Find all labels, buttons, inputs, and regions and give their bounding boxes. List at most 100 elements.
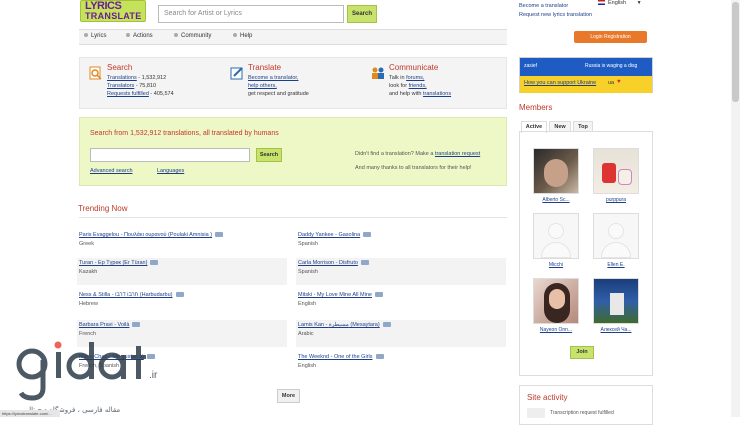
trending-song-link[interactable]: Lamis Kan - مسيطرة (Mesaytara) bbox=[298, 322, 391, 328]
translators-link[interactable]: Translators bbox=[107, 83, 134, 89]
song-title: Ness & Stilla - חרבו דרבו (Harbudarbu) bbox=[79, 292, 173, 298]
video-icon bbox=[150, 260, 159, 266]
member-name[interactable]: Nayeon Onn... bbox=[533, 327, 579, 333]
trending-song-link[interactable]: Paris Evaggelou - Πουλάκι ουρανού (Poula… bbox=[79, 232, 224, 238]
trending-title: Trending Now bbox=[78, 204, 128, 213]
member-card[interactable]: Ellen E. bbox=[593, 213, 639, 268]
promo-heading: Search from 1,532,912 translations, all … bbox=[90, 130, 279, 137]
trending-song-link[interactable]: Daddy Yankee - Gasolina bbox=[298, 232, 372, 238]
trending-song-link[interactable]: Turan - Ер Түрөк (Er Türan) bbox=[79, 260, 159, 266]
video-icon bbox=[360, 260, 369, 266]
look-text: look for bbox=[389, 83, 409, 89]
ua-label: ua bbox=[608, 80, 615, 86]
bullet-icon bbox=[84, 33, 88, 38]
pencil-icon bbox=[230, 67, 243, 80]
trending-language: Greek bbox=[79, 241, 94, 247]
search-button[interactable]: Search bbox=[347, 5, 377, 23]
banner-message: Russia is waging a disg bbox=[585, 63, 638, 69]
member-name[interactable]: Micchi bbox=[533, 262, 579, 268]
trending-song-link[interactable]: Ness & Stilla - חרבו דרבו (Harbudarbu) bbox=[79, 292, 184, 298]
logo-line2: TRANSLATE bbox=[85, 11, 142, 21]
avatar bbox=[533, 148, 579, 194]
promo-search-input[interactable] bbox=[90, 148, 250, 162]
nav-help-label: Help bbox=[240, 33, 253, 39]
search-input[interactable]: Search for Artist or Lyrics bbox=[158, 5, 344, 23]
bullet-icon bbox=[233, 33, 237, 38]
trending-song-link[interactable]: The Weeknd - One of the Girls bbox=[298, 354, 384, 360]
feature-search: Search Translations - 1,532,912 Translat… bbox=[89, 63, 174, 98]
video-icon bbox=[374, 292, 383, 298]
trending-item[interactable]: Daddy Yankee - Gasolina Spanish bbox=[296, 230, 506, 257]
register-button[interactable]: Registration bbox=[604, 34, 631, 40]
language-selector[interactable]: English ▼ bbox=[598, 0, 642, 6]
member-name[interactable]: Ellen E. bbox=[593, 262, 639, 268]
song-title: Paris Evaggelou - Πουλάκι ουρανού (Poula… bbox=[79, 232, 213, 238]
translations-count: - 1,532,912 bbox=[136, 75, 167, 81]
member-card[interactable]: Nayeon Onn... bbox=[533, 278, 579, 333]
respect-text: get respect and gratitude bbox=[248, 91, 309, 97]
ukraine-banner: zasief Russia is waging a disg How you ca… bbox=[519, 57, 653, 93]
song-title: Carla Morrison - Disfruto bbox=[298, 260, 358, 266]
request-prompt: Didn't find a translation? Make a transl… bbox=[355, 151, 480, 157]
avatar-placeholder bbox=[593, 213, 639, 259]
nav-actions[interactable]: Actions bbox=[126, 33, 153, 39]
login-button[interactable]: Login bbox=[590, 34, 602, 40]
become-translator-link[interactable]: Become a translator bbox=[519, 3, 568, 9]
trending-item[interactable]: Carla Morrison - Disfruto Spanish bbox=[296, 258, 506, 285]
friends-link[interactable]: friends, bbox=[409, 83, 427, 89]
join-button[interactable]: Join bbox=[570, 346, 594, 359]
languages-link[interactable]: Languages bbox=[157, 168, 184, 174]
request-translation-link[interactable]: Request new lyrics translation bbox=[519, 12, 592, 18]
trending-item[interactable]: Ness & Stilla - חרבו דרבו (Harbudarbu) He… bbox=[77, 290, 287, 317]
feature-communicate: Communicate Talk in forums, look for fri… bbox=[372, 64, 451, 98]
watermark: .ir مقاله فارسی ، فروشگاه دیجیتال bbox=[12, 338, 172, 417]
trending-item[interactable]: Mitski - My Love Mine All Mine English bbox=[296, 290, 506, 317]
member-name[interactable]: purppura bbox=[593, 197, 639, 203]
video-icon bbox=[215, 232, 224, 238]
member-name[interactable]: Алексей Ча... bbox=[593, 327, 639, 333]
more-button[interactable]: More bbox=[277, 389, 300, 403]
forums-link[interactable]: forums, bbox=[406, 75, 424, 81]
member-card[interactable]: Alberto Sc... bbox=[533, 148, 579, 203]
translations-help-link[interactable]: translations bbox=[423, 91, 451, 97]
trending-language: Arabic bbox=[298, 331, 314, 337]
activity-title: Site activity bbox=[527, 393, 568, 402]
support-ukraine-link[interactable]: How you can support Ukraine bbox=[524, 80, 596, 86]
member-card[interactable]: Micchi bbox=[533, 213, 579, 268]
promo-search-button[interactable]: Search bbox=[256, 148, 282, 162]
translation-request-link[interactable]: translation request bbox=[435, 151, 480, 157]
activity-item[interactable]: Transcription request fulfilled bbox=[550, 410, 614, 416]
translations-link[interactable]: Translations bbox=[107, 75, 137, 81]
song-title: Mitski - My Love Mine All Mine bbox=[298, 292, 372, 298]
trending-item[interactable]: Lamis Kan - مسيطرة (Mesaytara) Arabic bbox=[296, 320, 506, 347]
member-card[interactable]: purppura bbox=[593, 148, 639, 203]
song-title: Daddy Yankee - Gasolina bbox=[298, 232, 361, 238]
song-title: Barbara Pravi - Voilà bbox=[79, 322, 130, 328]
trending-song-link[interactable]: Carla Morrison - Disfruto bbox=[298, 260, 369, 266]
site-logo[interactable]: LYRICS TRANSLATE bbox=[80, 0, 146, 22]
requests-link[interactable]: Requests fulfilled bbox=[107, 91, 149, 97]
svg-text:.ir: .ir bbox=[149, 370, 158, 381]
nav-community[interactable]: Community bbox=[174, 33, 211, 39]
help-others-link[interactable]: help others, bbox=[248, 83, 277, 89]
search-promo: Search from 1,532,912 translations, all … bbox=[79, 117, 507, 186]
scrollbar-thumb[interactable] bbox=[732, 2, 739, 102]
trending-item[interactable]: The Weeknd - One of the Girls English bbox=[296, 352, 506, 379]
nav-lyrics[interactable]: Lyrics bbox=[84, 33, 106, 39]
request-prompt-text: Didn't find a translation? Make a bbox=[355, 151, 435, 157]
members-title: Members bbox=[519, 103, 553, 112]
trending-song-link[interactable]: Barbara Pravi - Voilà bbox=[79, 322, 141, 328]
become-translator-feature-link[interactable]: Become a translator, bbox=[248, 75, 298, 81]
trending-song-link[interactable]: Mitski - My Love Mine All Mine bbox=[298, 292, 383, 298]
trending-item[interactable]: Turan - Ер Түрөк (Er Türan) Kazakh bbox=[77, 258, 287, 285]
user-body-icon bbox=[601, 242, 631, 258]
divider bbox=[79, 217, 507, 218]
trending-language: Spanish bbox=[298, 269, 318, 275]
nav-help[interactable]: Help bbox=[233, 33, 252, 39]
trending-item[interactable]: Paris Evaggelou - Πουλάκι ουρανού (Poula… bbox=[77, 230, 287, 257]
member-name[interactable]: Alberto Sc... bbox=[533, 197, 579, 203]
member-card[interactable]: Алексей Ча... bbox=[593, 278, 639, 333]
login-register[interactable]: Login Registration bbox=[574, 31, 647, 43]
feature-search-title: Search bbox=[107, 63, 133, 72]
advanced-search-link[interactable]: Advanced search bbox=[90, 168, 133, 174]
